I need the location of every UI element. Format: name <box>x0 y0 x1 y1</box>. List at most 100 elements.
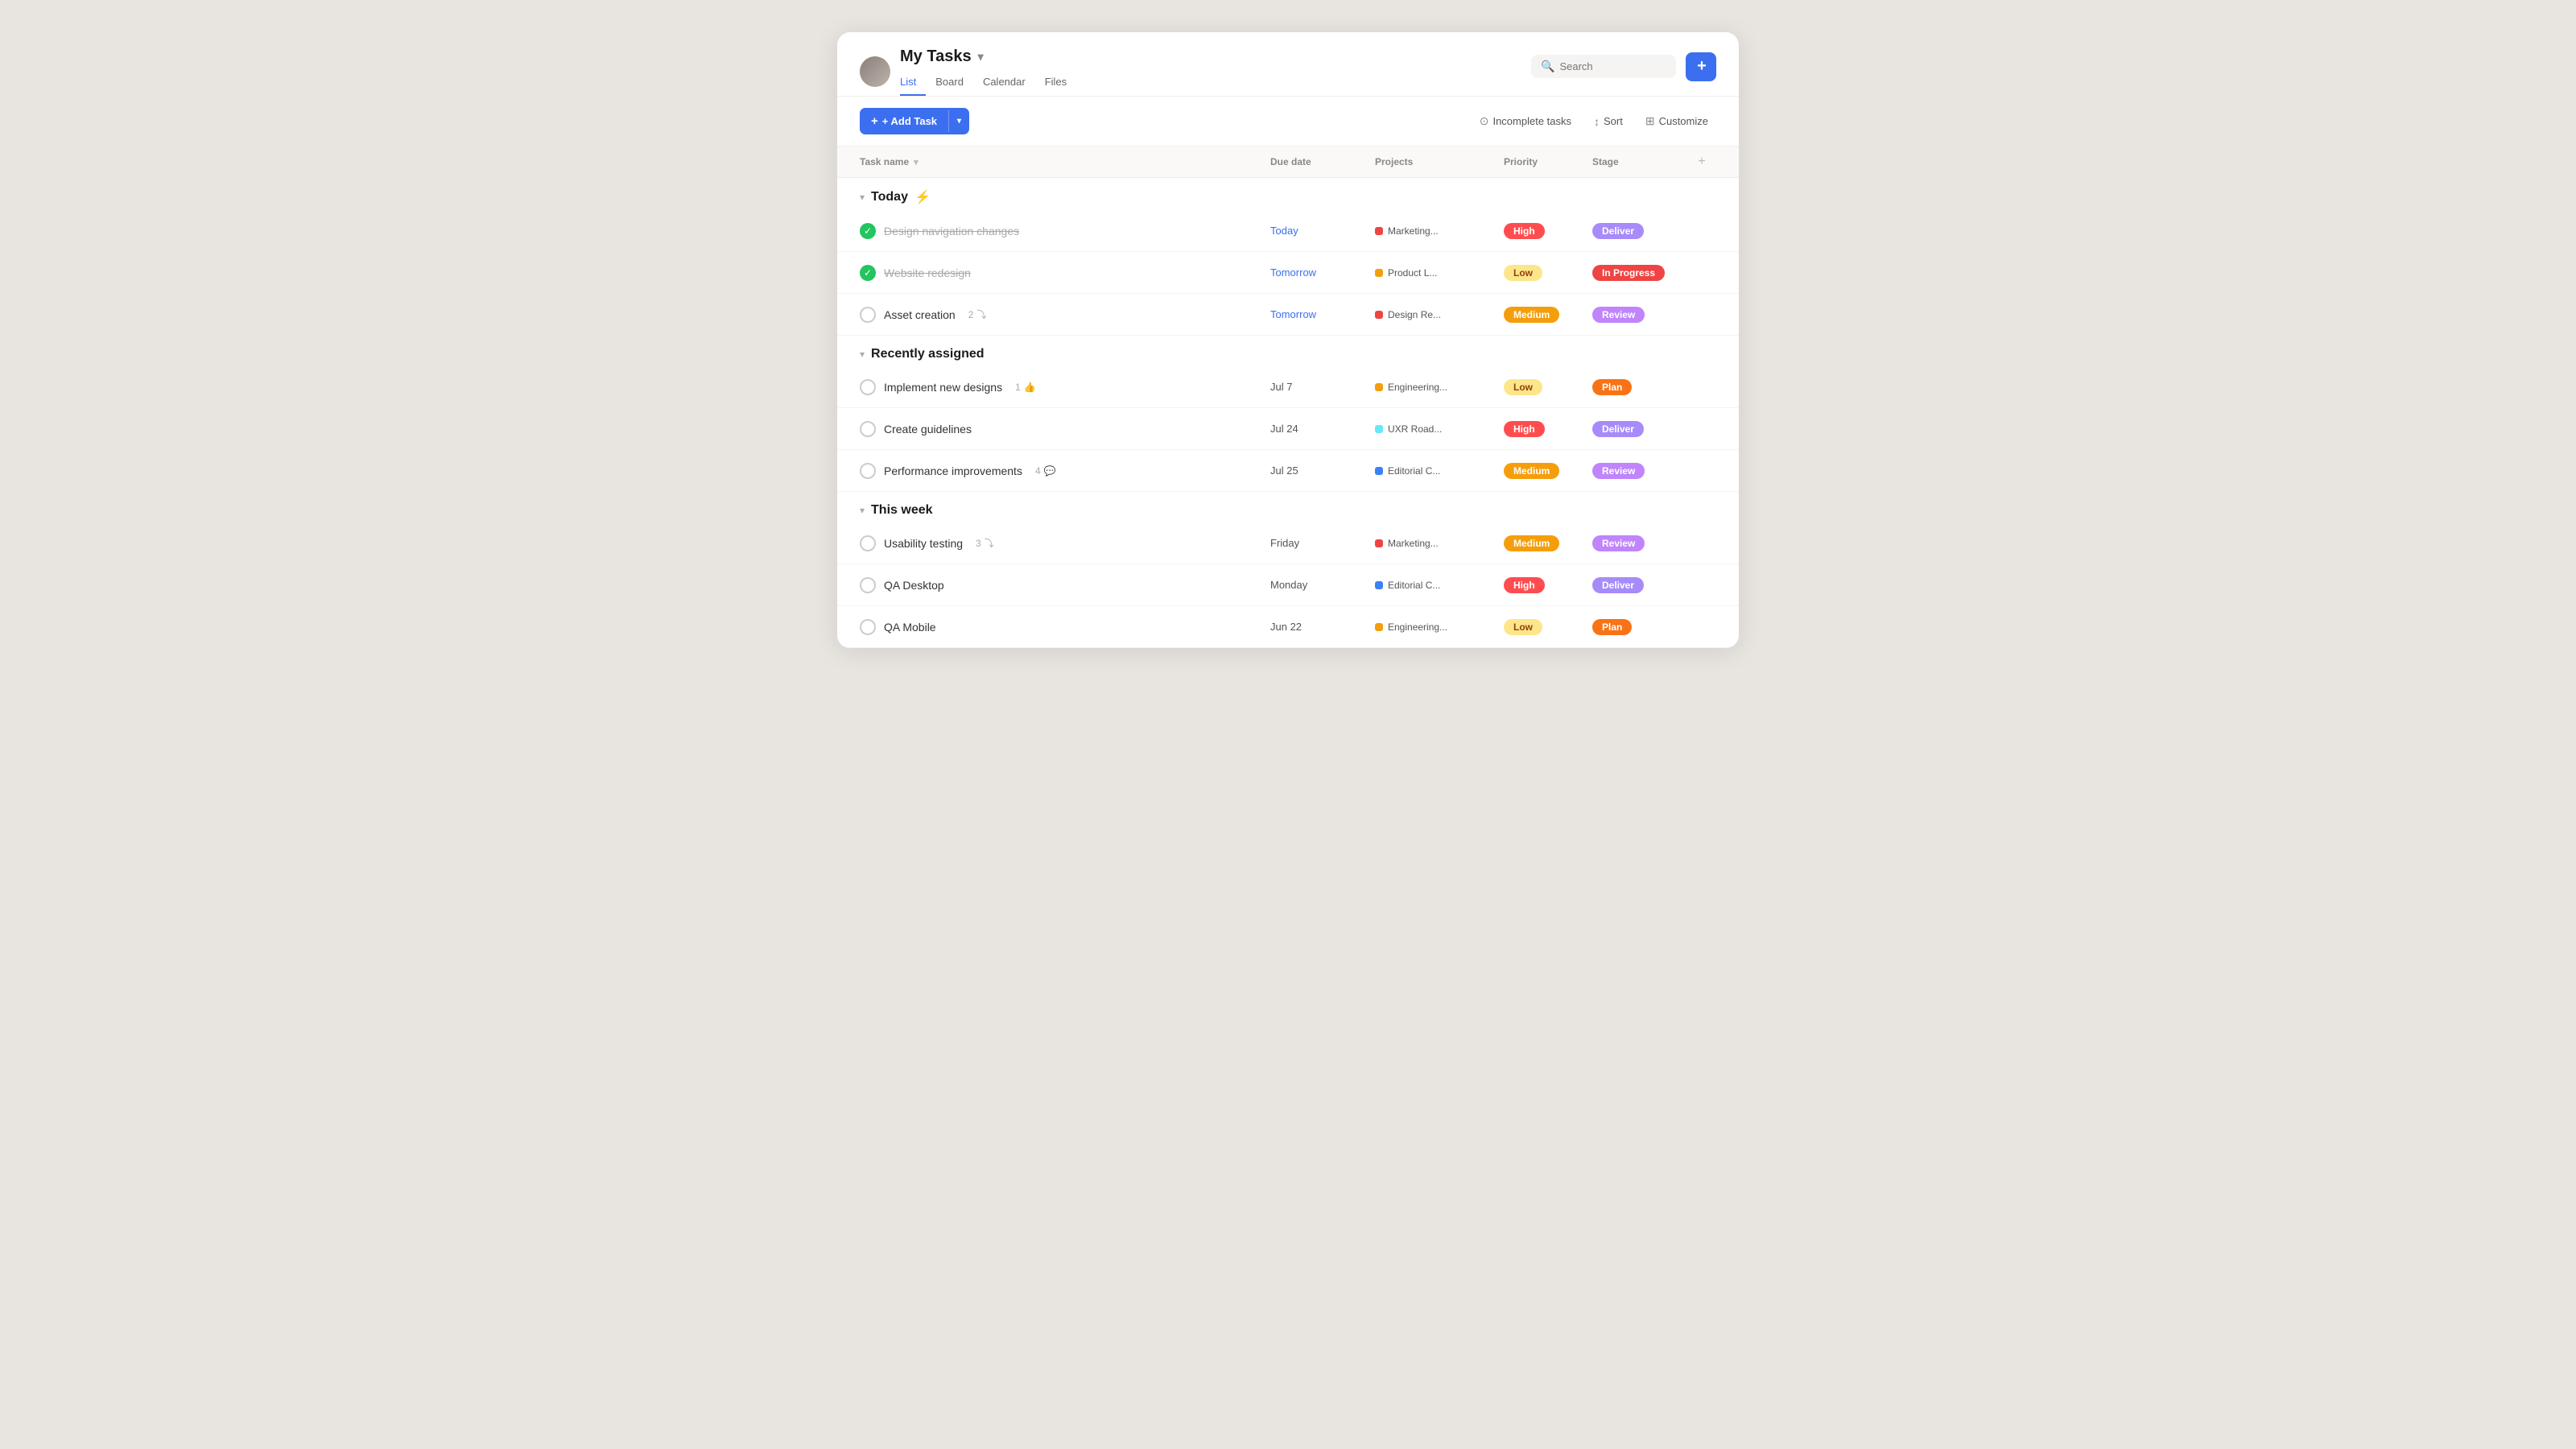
priority-badge: Medium <box>1504 535 1559 551</box>
project-dot-icon <box>1375 425 1383 433</box>
section-icon: ⚡ <box>914 189 931 205</box>
task-cell-stage: Deliver <box>1583 413 1687 445</box>
stage-badge: Deliver <box>1592 223 1644 239</box>
task-cell-priority: Low <box>1494 257 1583 289</box>
task-cell-add[interactable] <box>1687 619 1716 635</box>
project-dot-icon <box>1375 623 1383 631</box>
task-cell-stage: Review <box>1583 455 1687 487</box>
tab-list[interactable]: List <box>900 71 926 96</box>
stage-badge: Review <box>1592 463 1645 479</box>
task-checkbox[interactable] <box>860 379 876 395</box>
task-checkbox[interactable] <box>860 421 876 437</box>
project-name: Design Re... <box>1388 309 1441 320</box>
header-actions: 🔍 + <box>1531 52 1716 91</box>
task-cell-add[interactable] <box>1687 379 1716 395</box>
project-pill: Design Re... <box>1375 309 1484 320</box>
task-checkbox[interactable]: ✓ <box>860 265 876 281</box>
task-row[interactable]: ✓ Design navigation changes Today Market… <box>837 210 1739 252</box>
header-add-button[interactable]: + <box>1686 52 1716 81</box>
add-task-dropdown-icon[interactable]: ▾ <box>948 110 969 132</box>
task-cell-project: Design Re... <box>1365 301 1494 328</box>
task-row[interactable]: ✓ Website redesign Tomorrow Product L...… <box>837 252 1739 294</box>
task-checkbox[interactable] <box>860 535 876 551</box>
task-cell-add[interactable] <box>1687 307 1716 323</box>
customize-button[interactable]: ⊞ Customize <box>1637 109 1716 133</box>
task-checkbox[interactable] <box>860 619 876 635</box>
task-cell-due: Today <box>1261 217 1365 245</box>
section-title: Today <box>871 190 908 204</box>
project-dot-icon <box>1375 383 1383 391</box>
section-header-today[interactable]: ▾ Today ⚡ <box>837 178 1739 210</box>
tab-files[interactable]: Files <box>1035 71 1076 96</box>
project-name: Engineering... <box>1388 382 1447 393</box>
task-cell-add[interactable] <box>1687 535 1716 551</box>
task-cell-project: Editorial C... <box>1365 572 1494 599</box>
task-cell-name: Performance improvements 4 💬 <box>860 455 1261 487</box>
col-header-task-name: Task name ▾ <box>860 148 1261 175</box>
task-row[interactable]: Asset creation 2 ⤵ Tomorrow Design Re...… <box>837 294 1739 336</box>
task-row[interactable]: Create guidelines Jul 24 UXR Road... Hig… <box>837 408 1739 450</box>
task-cell-add[interactable] <box>1687 265 1716 281</box>
sort-button[interactable]: ↕ Sort <box>1586 110 1631 133</box>
toolbar: + + Add Task ▾ ⊙ Incomplete tasks ↕ Sort… <box>837 97 1739 147</box>
section-header-this-week[interactable]: ▾ This week <box>837 492 1739 522</box>
project-name: Engineering... <box>1388 621 1447 633</box>
task-cell-add[interactable] <box>1687 421 1716 437</box>
customize-icon: ⊞ <box>1645 114 1655 128</box>
sort-icon: ↕ <box>1594 115 1600 128</box>
stage-badge: Plan <box>1592 379 1632 395</box>
add-task-plus-icon: + <box>871 114 878 128</box>
task-row[interactable]: Performance improvements 4 💬 Jul 25 Edit… <box>837 450 1739 492</box>
task-row[interactable]: Usability testing 3 ⤵ Friday Marketing..… <box>837 522 1739 564</box>
search-box[interactable]: 🔍 <box>1531 55 1676 78</box>
task-cell-priority: Low <box>1494 611 1583 643</box>
priority-badge: Low <box>1504 379 1542 395</box>
task-cell-due: Jul 7 <box>1261 373 1365 401</box>
task-cell-project: Product L... <box>1365 259 1494 287</box>
tab-board[interactable]: Board <box>926 71 973 96</box>
project-pill: Engineering... <box>1375 382 1484 393</box>
task-checkbox[interactable] <box>860 307 876 323</box>
project-pill: Marketing... <box>1375 538 1484 549</box>
project-name: Editorial C... <box>1388 580 1440 591</box>
task-name-text: Create guidelines <box>884 423 972 436</box>
page-title: My Tasks <box>900 47 972 66</box>
priority-badge: High <box>1504 421 1545 437</box>
project-dot-icon <box>1375 581 1383 589</box>
tab-calendar[interactable]: Calendar <box>973 71 1035 96</box>
col-sort-icon[interactable]: ▾ <box>914 157 919 167</box>
task-cell-add[interactable] <box>1687 463 1716 479</box>
task-row[interactable]: Implement new designs 1 👍 Jul 7 Engineer… <box>837 366 1739 408</box>
task-name-text: Design navigation changes <box>884 225 1019 237</box>
task-cell-name: ✓ Design navigation changes <box>860 215 1261 247</box>
project-name: Product L... <box>1388 267 1437 279</box>
incomplete-tasks-button[interactable]: ⊙ Incomplete tasks <box>1472 109 1579 133</box>
project-name: UXR Road... <box>1388 423 1442 435</box>
task-badge: 3 ⤵ <box>976 536 994 550</box>
stage-badge: Review <box>1592 307 1645 323</box>
task-name-text: Performance improvements <box>884 464 1022 477</box>
task-checkbox[interactable] <box>860 577 876 593</box>
task-cell-add[interactable] <box>1687 223 1716 239</box>
project-pill: Editorial C... <box>1375 465 1484 477</box>
add-task-button[interactable]: + + Add Task ▾ <box>860 108 969 134</box>
task-name-text: QA Desktop <box>884 579 944 592</box>
task-badge: 2 ⤵ <box>968 308 987 321</box>
search-input[interactable] <box>1559 60 1666 72</box>
task-cell-stage: Review <box>1583 299 1687 331</box>
task-cell-priority: High <box>1494 215 1583 247</box>
title-chevron-icon[interactable]: ▾ <box>978 50 984 64</box>
col-header-add[interactable]: + <box>1687 147 1716 177</box>
section-chevron-icon: ▾ <box>860 192 865 203</box>
task-cell-due: Tomorrow <box>1261 258 1365 287</box>
project-pill: Editorial C... <box>1375 580 1484 591</box>
task-badge: 1 👍 <box>1015 382 1036 393</box>
header-title-area: My Tasks ▾ List Board Calendar Files <box>900 47 1076 96</box>
section-header-recently-assigned[interactable]: ▾ Recently assigned <box>837 336 1739 366</box>
task-row[interactable]: QA Desktop Monday Editorial C... High De… <box>837 564 1739 606</box>
task-checkbox[interactable] <box>860 463 876 479</box>
task-row[interactable]: QA Mobile Jun 22 Engineering... Low Plan <box>837 606 1739 648</box>
task-checkbox[interactable]: ✓ <box>860 223 876 239</box>
section-title: This week <box>871 503 932 518</box>
task-cell-add[interactable] <box>1687 577 1716 593</box>
